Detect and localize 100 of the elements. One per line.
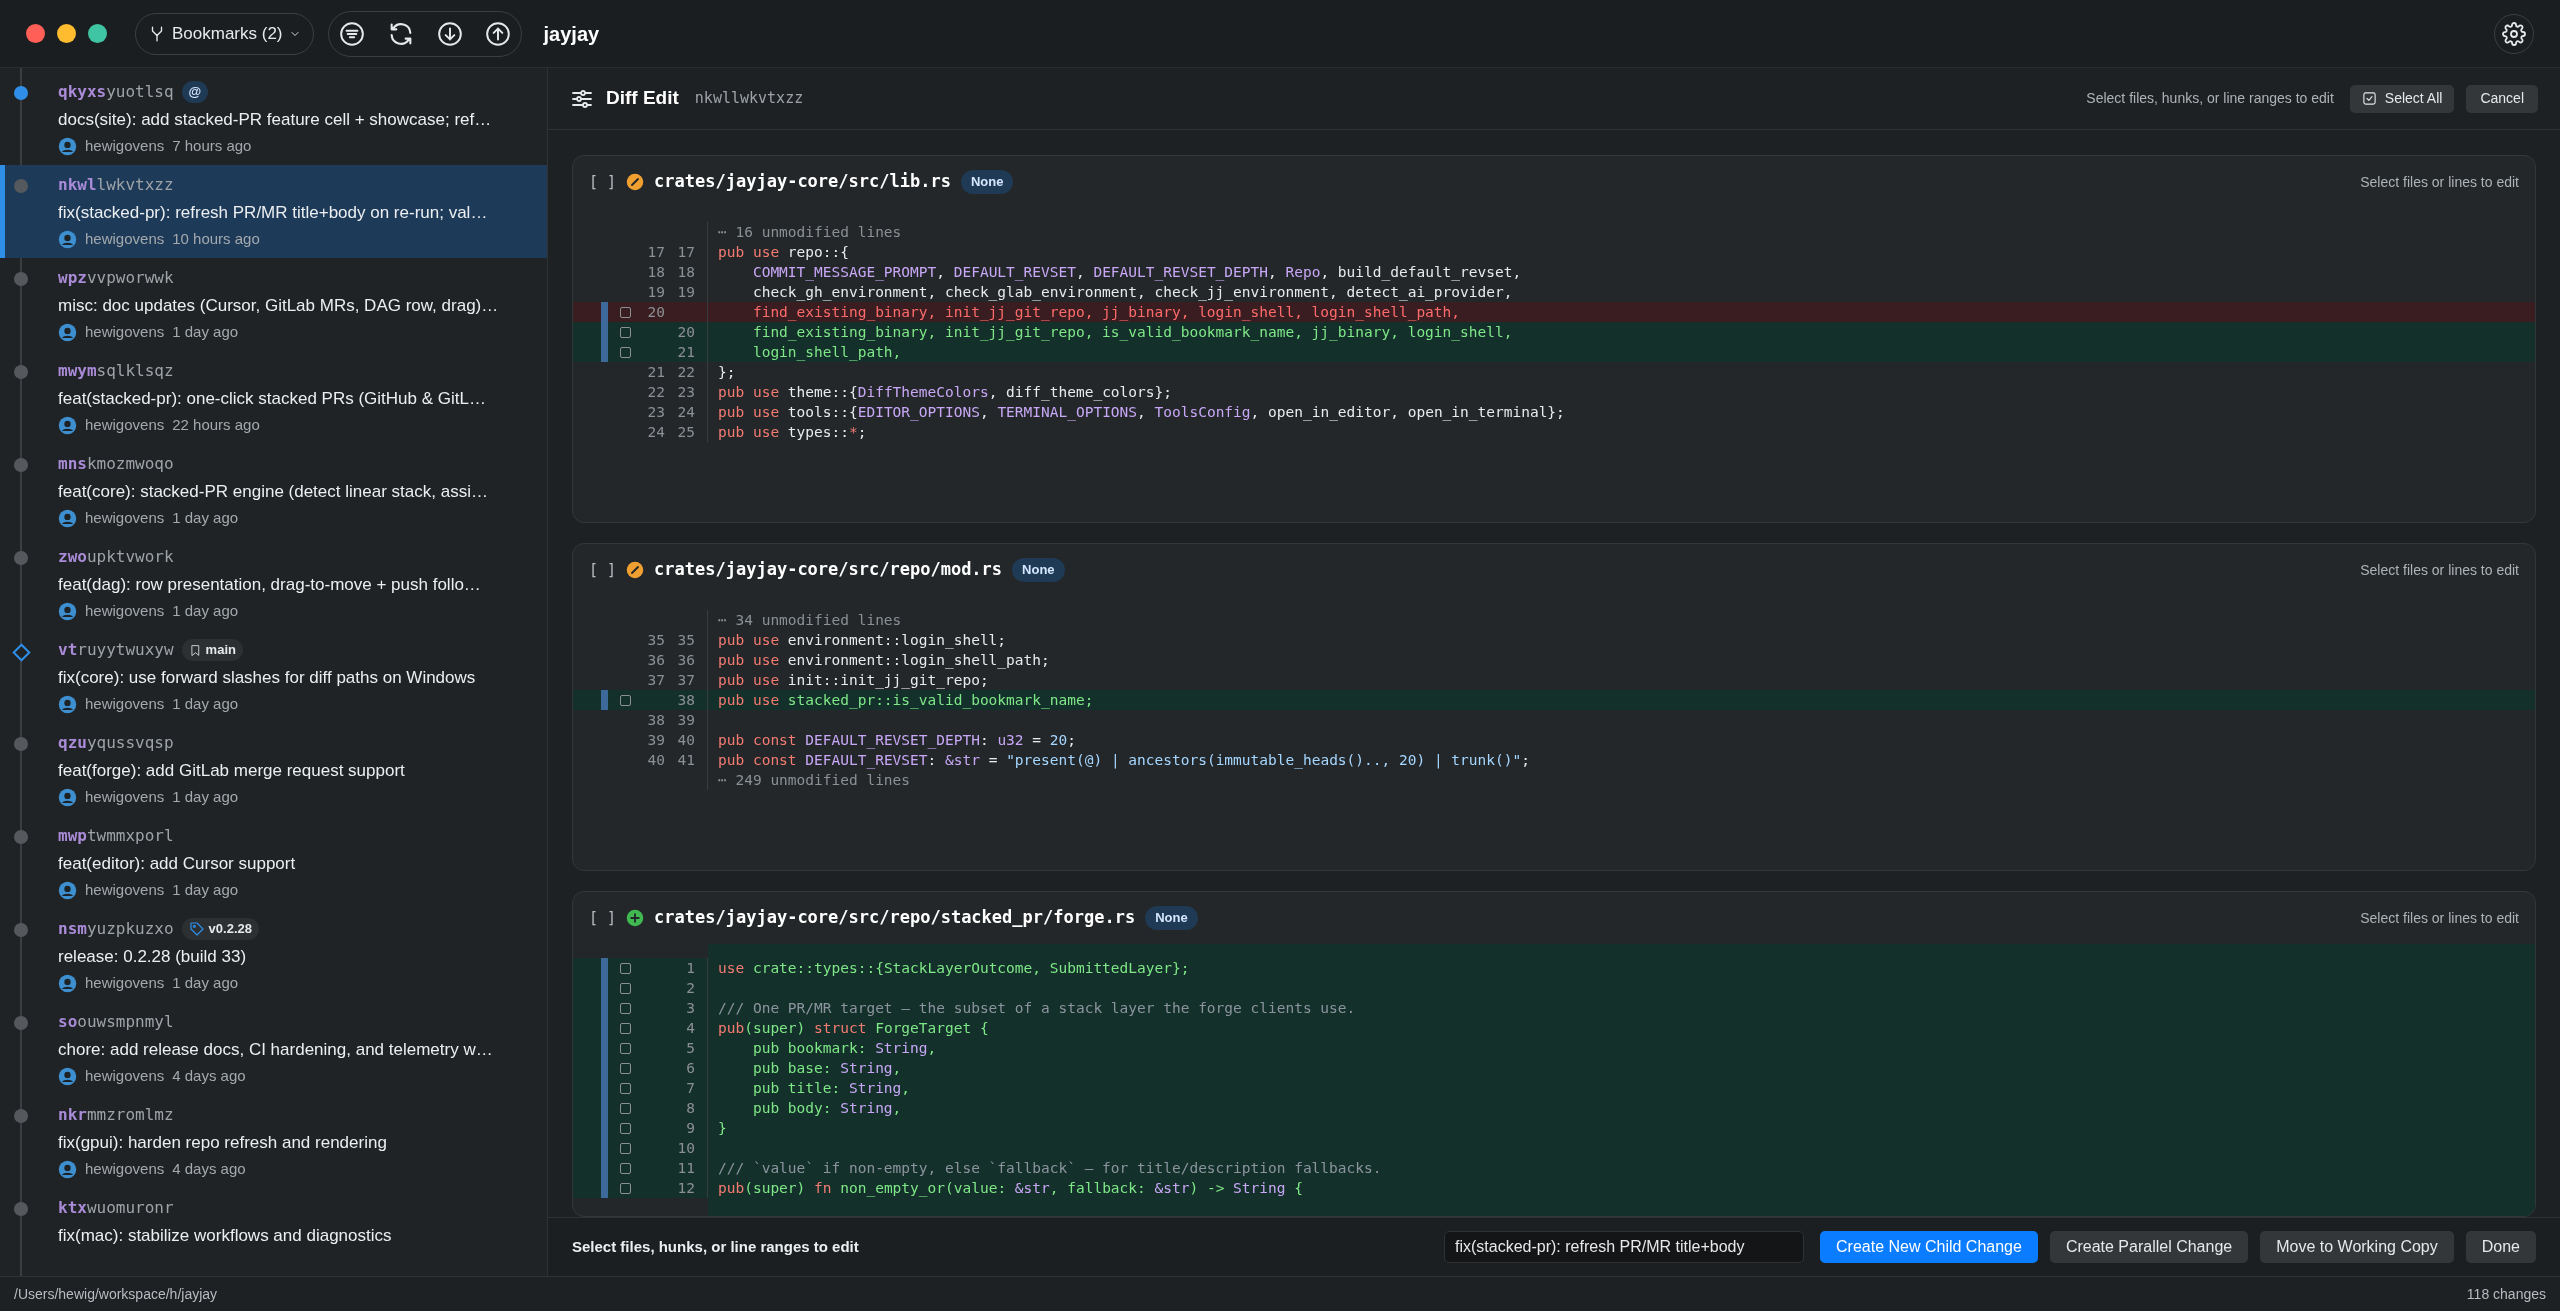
action-button[interactable]: Create Parallel Change — [2049, 1231, 2249, 1263]
line-number: 6 — [685, 1059, 695, 1078]
action-button[interactable]: Create New Child Change — [1820, 1231, 2038, 1263]
avatar-icon — [58, 229, 77, 249]
code-line: pub use environment::login_shell_path; — [717, 651, 1050, 670]
line-checkbox[interactable] — [620, 1022, 631, 1034]
commit-title: chore: add release docs, CI hardening, and telemetry w… — [58, 1039, 493, 1061]
commit-title: fix(gpui): harden repo refresh and rendering — [58, 1132, 387, 1154]
line-checkbox[interactable] — [620, 962, 631, 974]
action-button[interactable]: Move to Working Copy — [2260, 1231, 2454, 1263]
line-checkbox[interactable] — [620, 326, 631, 338]
commit-title: misc: doc updates (Cursor, GitLab MRs, DAG row, drag)… — [58, 295, 499, 317]
file-path: crates/jayjay-core/src/repo/stacked_pr/forge.rs — [654, 906, 1136, 930]
code-line: pub const DEFAULT_REVSET: &str = "present(@) | ancestors(immutable_heads().., 20) | trunk()"; — [717, 751, 1530, 770]
line-number: 38 — [646, 711, 665, 730]
change-id: nkwllwkvtxzz — [58, 174, 174, 196]
upload-icon[interactable] — [484, 20, 511, 47]
line-checkbox[interactable] — [620, 346, 631, 358]
close-button[interactable] — [26, 24, 45, 43]
code-line: COMMIT_MESSAGE_PROMPT, DEFAULT_REVSET, DEFAULT_REVSET_DEPTH, Repo, build_default_revset, — [751, 263, 1522, 282]
line-number: 17 — [676, 243, 695, 262]
author-name: hewigovens — [85, 229, 165, 249]
author-name: hewigovens — [85, 880, 165, 900]
line-checkbox[interactable] — [620, 1122, 631, 1134]
description-field[interactable]: fix(stacked-pr): refresh PR/MR title+body — [1444, 1231, 1804, 1263]
line-number: 36 — [676, 651, 695, 670]
line-checkbox[interactable] — [620, 1142, 631, 1154]
commit-time: 1 day ago — [172, 322, 239, 342]
commit-row[interactable]: nkwllwkvtxzz fix(stacked-pr): refresh PR/MR title+body on re-run; val… hewigovens 10 hours ago — [0, 165, 547, 258]
line-checkbox[interactable] — [620, 982, 631, 994]
line-checkbox[interactable] — [620, 306, 631, 318]
line-number: 9 — [685, 1119, 695, 1138]
commit-row[interactable]: qzuyqussvqsp feat(forge): add GitLab merge request support hewigovens 1 day ago — [0, 723, 547, 816]
action-button[interactable]: Done — [2465, 1231, 2536, 1263]
filter-icon[interactable] — [338, 20, 365, 47]
minimize-button[interactable] — [57, 24, 76, 43]
file-checkbox[interactable]: [ ] — [589, 170, 617, 194]
unmodified-lines-marker[interactable]: ⋯ 249 unmodified lines — [708, 770, 911, 790]
author-name: hewigovens — [85, 1066, 165, 1086]
line-checkbox[interactable] — [620, 1002, 631, 1014]
line-checkbox[interactable] — [620, 1062, 631, 1074]
avatar-icon — [58, 136, 77, 156]
code-line: pub bookmark: String, — [751, 1039, 937, 1058]
line-number: 4 — [685, 1019, 695, 1038]
download-icon[interactable] — [436, 20, 463, 47]
commit-row[interactable]: qkyxsyuotlsq @ docs(site): add stacked-PR feature cell + showcase; ref… hewigovens 7 hours ago — [0, 72, 547, 165]
code-line: find_existing_binary, init_jj_git_repo, jj_binary, login_shell, login_shell_path, — [751, 303, 1461, 322]
commit-time: 1 day ago — [172, 508, 239, 528]
commit-row[interactable]: nkrmmzromlmz fix(gpui): harden repo refresh and rendering hewigovens 4 days ago — [0, 1095, 547, 1188]
panel-title: Diff Edit — [606, 86, 679, 111]
code-line: check_gh_environment, check_glab_environment, check_jj_environment, detect_ai_provider, — [751, 283, 1513, 302]
unmodified-lines-marker[interactable]: ⋯ 16 unmodified lines — [708, 222, 902, 242]
code-line: }; — [717, 363, 736, 382]
change-id: soouwsmpnmyl — [58, 1011, 174, 1033]
file-checkbox[interactable]: [ ] — [589, 558, 617, 582]
hint-text: Select files or lines to edit — [2360, 908, 2519, 928]
code-line: pub use repo::{ — [717, 243, 849, 262]
line-number: 22 — [676, 363, 695, 382]
commit-row[interactable]: mnskmozmwoqo feat(core): stacked-PR engine (detect linear stack, assi… hewigovens 1 day ago — [0, 444, 547, 537]
commit-row[interactable]: zwoupktvwork feat(dag): row presentation, drag-to-move + push follo… hewigovens 1 day ago — [0, 537, 547, 630]
commit-row[interactable]: mwymsqlklsqz feat(stacked-pr): one-click stacked PRs (GitHub & GitL… hewigovens 22 hours ago — [0, 351, 547, 444]
repo-path: /Users/hewig/workspace/h/jayjay — [14, 1284, 218, 1304]
commit-row[interactable]: soouwsmpnmyl chore: add release docs, CI hardening, and telemetry w… hewigovens 4 days ago — [0, 1002, 547, 1095]
change-id: ktxwuomuronr — [58, 1197, 174, 1219]
commit-time: 1 day ago — [172, 601, 239, 621]
commit-title: feat(forge): add GitLab merge request support — [58, 760, 405, 782]
line-checkbox[interactable] — [620, 694, 631, 706]
line-number: 3 — [685, 999, 695, 1018]
line-checkbox[interactable] — [620, 1182, 631, 1194]
commit-row[interactable]: vt ruyytwuxyw main fix(core): use forward slashes for diff paths on Windows hewigovens 1 day ago — [0, 630, 547, 723]
line-number: 23 — [646, 403, 665, 422]
line-checkbox[interactable] — [620, 1042, 631, 1054]
code-line: login_shell_path, — [751, 343, 902, 362]
code-line: pub use tools::{EDITOR_OPTIONS, TERMINAL_OPTIONS, ToolsConfig, open_in_editor, open_in_terminal}; — [717, 403, 1565, 422]
avatar-icon — [58, 322, 77, 342]
line-number: 39 — [646, 731, 665, 750]
file-checkbox[interactable]: [ ] — [589, 906, 617, 930]
commit-time: 10 hours ago — [172, 229, 260, 249]
commit-row[interactable]: wpzvvpworwwk misc: doc updates (Cursor, GitLab MRs, DAG row, drag)… hewigovens 1 day ago — [0, 258, 547, 351]
change-id: qkyxsyuotlsq — [58, 81, 174, 103]
commit-title: docs(site): add stacked-PR feature cell + showcase; ref… — [58, 109, 492, 131]
code-line: pub use init::init_jj_git_repo; — [717, 671, 989, 690]
zoom-button[interactable] — [88, 24, 107, 43]
commit-row[interactable]: nsmyuzpkuzxo v0.2.28 release: 0.2.28 (build 33) hewigovens 1 day ago — [0, 909, 547, 1002]
line-number: 7 — [685, 1079, 695, 1098]
line-checkbox[interactable] — [620, 1082, 631, 1094]
hint-text: Select files, hunks, or line ranges to edit — [2086, 89, 2334, 108]
commit-row[interactable]: mwptwmmxporl feat(editor): add Cursor support hewigovens 1 day ago — [0, 816, 547, 909]
commit-row[interactable]: ktxwuomuronr fix(mac): stabilize workflows and diagnostics — [0, 1188, 547, 1276]
change-id: mwymsqlklsqz — [58, 360, 174, 382]
file-path: crates/jayjay-core/src/lib.rs — [654, 170, 951, 194]
change-id: vt ruyytwuxyw — [58, 639, 174, 661]
code-line: pub body: String, — [751, 1099, 902, 1118]
unmodified-lines-marker[interactable]: ⋯ 34 unmodified lines — [708, 610, 902, 630]
code-line: pub(super) struct ForgeTarget { — [717, 1019, 989, 1038]
line-checkbox[interactable] — [620, 1162, 631, 1174]
select-all-button[interactable]: Select All — [2349, 84, 2455, 113]
cancel-button[interactable]: Cancel — [2466, 84, 2538, 113]
line-checkbox[interactable] — [620, 1102, 631, 1114]
code-line: pub use environment::login_shell; — [717, 631, 1007, 650]
